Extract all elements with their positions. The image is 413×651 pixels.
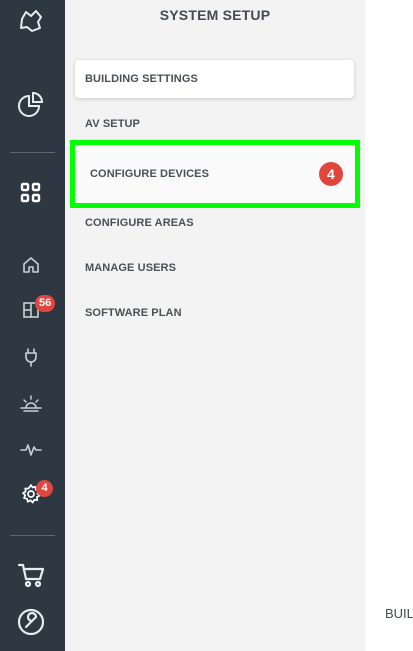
logo-icon[interactable] [16,6,46,36]
panel-title: SYSTEM SETUP [159,7,271,23]
activity-icon[interactable] [16,434,46,464]
sunrise-icon[interactable] [16,389,46,419]
rail-divider [10,152,55,153]
configure-devices-count-badge: 4 [319,162,343,186]
home-icon[interactable] [16,250,46,280]
menu-item-av-setup[interactable]: AV SETUP [75,105,354,143]
settings-count-badge: 4 [36,480,53,497]
menu-item-configure-areas[interactable]: CONFIGURE AREAS [75,204,354,242]
icon-rail: 56 4 [0,0,65,651]
menu-item-label: CONFIGURE DEVICES [90,168,210,180]
menu-item-manage-users[interactable]: MANAGE USERS [75,249,354,287]
grid-icon[interactable] [16,178,46,208]
plug-icon[interactable] [16,342,46,372]
menu-item-configure-devices[interactable]: CONFIGURE DEVICES 4 [70,140,360,208]
system-setup-panel: SYSTEM SETUP BUILDING SETTINGS AV SETUP … [65,0,365,651]
menu-item-label: AV SETUP [85,118,140,130]
menu-item-label: BUILDING SETTINGS [85,73,198,85]
pie-chart-icon[interactable] [16,89,46,119]
menu-item-label: MANAGE USERS [85,262,177,274]
wrench-icon[interactable] [16,607,46,637]
rail-divider [10,535,55,536]
main-content: BUIL [365,0,413,651]
buildings-count-badge: 56 [35,295,56,312]
menu-item-building-settings[interactable]: BUILDING SETTINGS [75,60,354,98]
menu-item-software-plan[interactable]: SOFTWARE PLAN [75,294,354,332]
cart-icon[interactable] [16,560,46,590]
menu-item-label: CONFIGURE AREAS [85,217,194,229]
main-content-label: BUIL [385,606,413,621]
menu-item-label: SOFTWARE PLAN [85,307,182,319]
